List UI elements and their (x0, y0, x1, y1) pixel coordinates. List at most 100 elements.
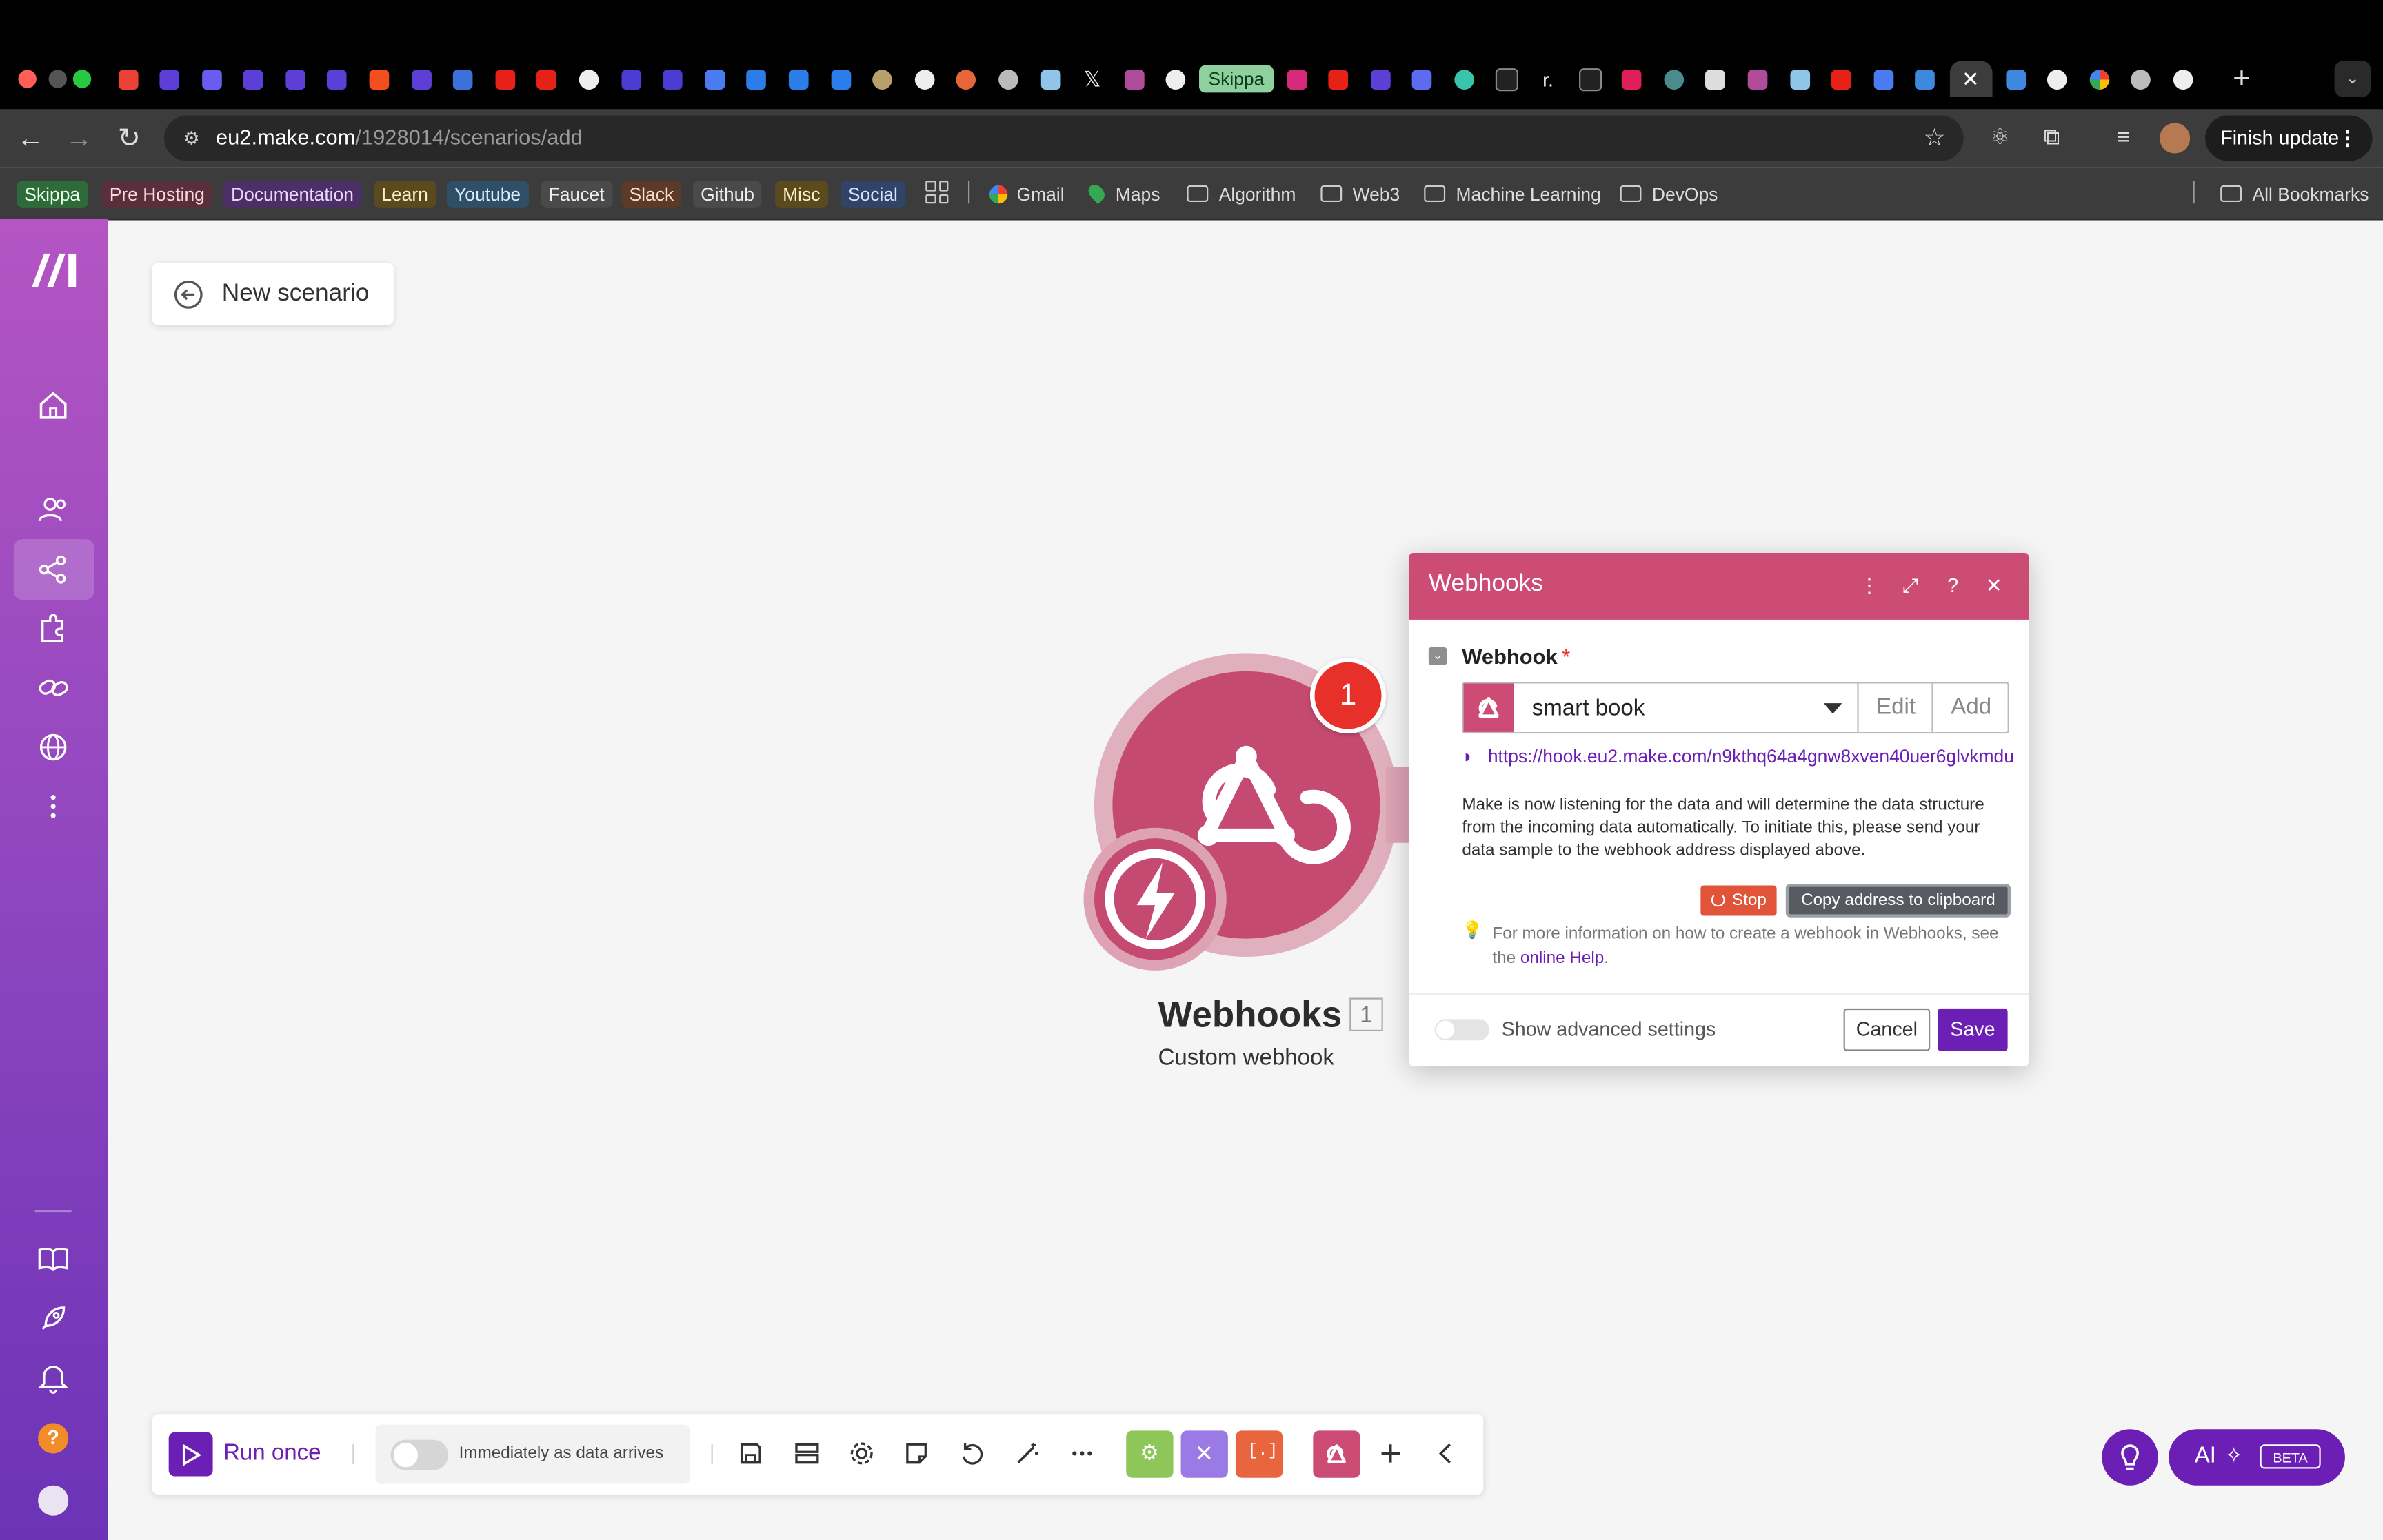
bookmark-folder-algorithm[interactable]: Algorithm (1187, 181, 1296, 208)
online-help-link[interactable]: online Help (1520, 949, 1604, 967)
bookmark-gmail[interactable]: Gmail (989, 181, 1065, 208)
browser-tab[interactable] (1907, 61, 1944, 97)
cancel-button[interactable]: Cancel (1843, 1008, 1931, 1051)
browser-tab[interactable] (1782, 61, 1818, 97)
close-tab-icon[interactable]: ✕ (1962, 66, 1980, 92)
help-icon[interactable]: ? (1939, 573, 1967, 600)
more-vertical-icon[interactable]: ⋮ (1856, 573, 1883, 600)
favorite-webhooks-button[interactable] (1313, 1430, 1360, 1478)
edit-webhook-button[interactable]: Edit (1857, 683, 1933, 732)
close-window-button[interactable] (18, 70, 37, 88)
help-question-icon[interactable]: ? (38, 1423, 69, 1454)
bookmark-misc[interactable]: Misc (775, 181, 828, 208)
browser-tab[interactable] (1032, 61, 1069, 97)
make-logo-icon[interactable] (29, 249, 81, 288)
react-extension-icon[interactable]: ⚛ (1985, 123, 2015, 153)
zoom-window-button[interactable] (72, 70, 92, 88)
chevron-left-icon[interactable] (1433, 1440, 1460, 1468)
browser-tab[interactable] (781, 61, 817, 97)
browser-tab[interactable]: 𝕏 (1074, 61, 1111, 97)
all-bookmarks[interactable]: All Bookmarks (2220, 181, 2369, 208)
notes-icon[interactable] (903, 1440, 930, 1468)
save-button[interactable]: Save (1938, 1008, 2008, 1051)
bookmark-documentation[interactable]: Documentation (223, 181, 361, 208)
address-bar[interactable]: ⚙ eu2.make.com/1928014/scenarios/add ☆ (164, 115, 1964, 161)
browser-tab[interactable] (193, 61, 230, 97)
tab-search-button[interactable]: ⌄ (2334, 61, 2371, 98)
globe-icon[interactable] (37, 731, 70, 764)
schedule-toggle[interactable] (390, 1439, 449, 1470)
browser-tab[interactable] (487, 61, 523, 97)
auto-align-wand-icon[interactable] (1014, 1440, 1041, 1468)
profile-avatar[interactable] (2160, 123, 2191, 154)
browser-tab[interactable] (361, 61, 398, 97)
more-vertical-icon[interactable] (37, 790, 70, 823)
expand-icon[interactable]: ⤢ (1897, 573, 1924, 600)
bookmark-folder-devops[interactable]: DevOps (1620, 181, 1718, 208)
bookmark-pre-hosting[interactable]: Pre Hosting (101, 181, 212, 208)
minimize-window-button[interactable] (48, 70, 67, 88)
advanced-settings-toggle[interactable] (1434, 1019, 1490, 1041)
browser-tab[interactable] (277, 61, 314, 97)
browser-tab[interactable] (1823, 61, 1860, 97)
home-icon[interactable] (37, 389, 70, 422)
puzzle-icon[interactable] (37, 612, 70, 645)
browser-tab[interactable] (1446, 61, 1482, 97)
book-icon[interactable] (37, 1242, 70, 1275)
extensions-puzzle-icon[interactable]: ⧉ (2036, 123, 2067, 153)
browser-tab[interactable] (1320, 61, 1357, 97)
rocket-icon[interactable] (37, 1301, 70, 1335)
run-once-icon[interactable] (168, 1432, 213, 1477)
more-horizontal-icon[interactable] (1068, 1440, 1096, 1468)
browser-tab[interactable] (906, 61, 943, 97)
site-settings-icon[interactable]: ⚙ (179, 126, 203, 150)
browser-tab[interactable] (1362, 61, 1398, 97)
add-icon[interactable] (1377, 1440, 1405, 1468)
run-once-button[interactable]: Run once (223, 1440, 321, 1466)
webhook-select[interactable]: smart book Edit Add (1462, 682, 2009, 734)
collapse-section-icon[interactable]: ⌄ (1428, 647, 1447, 666)
browser-tab[interactable] (2081, 61, 2118, 97)
browser-tab[interactable] (613, 61, 650, 97)
text-parser-button[interactable]: [.] (1235, 1430, 1283, 1478)
ai-assistant-button[interactable]: AI ✧ BETA (2169, 1429, 2345, 1486)
settings-gear-icon[interactable] (848, 1440, 876, 1468)
bookmark-social[interactable]: Social (840, 181, 905, 208)
bookmark-maps[interactable]: Maps (1085, 181, 1160, 208)
tools-gear-button[interactable]: ⚙ (1126, 1430, 1174, 1478)
browser-tab[interactable] (1116, 61, 1152, 97)
browser-tab[interactable]: Skippa (1199, 61, 1274, 97)
scenarios-share-icon[interactable] (37, 553, 70, 586)
undo-icon[interactable] (958, 1440, 985, 1468)
browser-tab[interactable] (1571, 61, 1608, 97)
browser-tab[interactable] (319, 61, 356, 97)
bell-icon[interactable] (37, 1361, 70, 1394)
new-tab-button[interactable]: + (2226, 61, 2257, 97)
link-icon[interactable] (37, 671, 70, 705)
browser-tab[interactable] (110, 61, 146, 97)
user-avatar[interactable] (38, 1485, 69, 1516)
back-to-scenarios-button[interactable]: New scenario (152, 263, 394, 325)
browser-tab[interactable] (1740, 61, 1776, 97)
browser-tab[interactable] (1865, 61, 1902, 97)
browser-tab[interactable] (403, 61, 439, 97)
tips-button[interactable] (2102, 1429, 2158, 1486)
bookmark-learn[interactable]: Learn (374, 181, 436, 208)
browser-tab[interactable] (1404, 61, 1440, 97)
reload-button[interactable]: ↻ (112, 121, 145, 154)
browser-tab[interactable] (654, 61, 691, 97)
browser-tab[interactable] (2123, 61, 2160, 97)
browser-tab[interactable] (1997, 61, 2033, 97)
browser-tab[interactable] (2165, 61, 2202, 97)
save-icon[interactable] (737, 1440, 765, 1468)
bookmark-folder-web3[interactable]: Web3 (1320, 181, 1400, 208)
browser-tab[interactable] (1613, 61, 1650, 97)
apps-grid-icon[interactable] (925, 181, 949, 204)
browser-tab[interactable] (1278, 61, 1315, 97)
dropdown-caret-icon[interactable] (1823, 703, 1842, 714)
browser-tab[interactable] (1656, 61, 1692, 97)
media-queue-icon[interactable]: ≡ (2108, 123, 2138, 153)
browser-tab[interactable] (152, 61, 188, 97)
bookmark-github[interactable]: Github (693, 181, 763, 208)
close-icon[interactable]: ✕ (1980, 573, 2008, 600)
